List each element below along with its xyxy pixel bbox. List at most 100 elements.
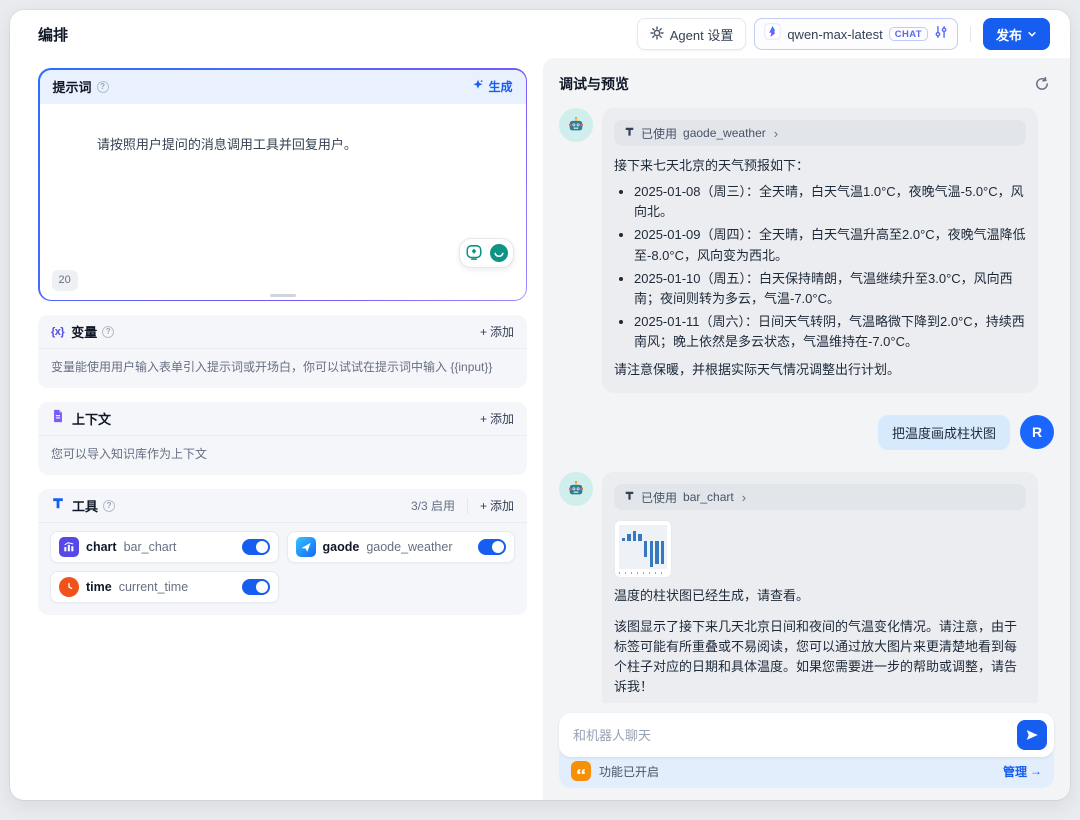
- bot-avatar: [559, 472, 593, 506]
- debug-preview-panel: 调试与预览 已使用: [543, 58, 1070, 800]
- tool-provider: chart: [86, 540, 117, 554]
- plus-icon: +: [480, 412, 487, 426]
- user-message: 把温度画成柱状图 R: [559, 415, 1054, 450]
- chat-input-bar: [559, 713, 1054, 757]
- message-outro: 请注意保暖，并根据实际天气情况调整出行计划。: [614, 360, 1026, 380]
- document-icon: [51, 409, 65, 428]
- feature-banner-text: 功能已开启: [599, 763, 659, 780]
- chat-area: 已使用 gaode_weather › 接下来七天北京的天气预报如下： 2025…: [559, 108, 1054, 703]
- model-provider-icon: [764, 23, 781, 45]
- tool-provider: time: [86, 580, 112, 594]
- message-paragraph: 温度的柱状图已经生成，请查看。: [614, 586, 1026, 606]
- plus-icon: +: [480, 325, 487, 339]
- variables-description: 变量能使用用户输入表单引入提示词或开场白，你可以试试在提示词中输入 {{inpu…: [38, 349, 527, 388]
- chat-footer: 功能已开启 管理 →: [559, 713, 1054, 788]
- prompt-content: 请按照用户提问的消息调用工具并回复用户。: [97, 137, 357, 152]
- generate-button[interactable]: 生成: [472, 78, 512, 95]
- bot-message: 已使用 gaode_weather › 接下来七天北京的天气预报如下： 2025…: [559, 108, 1054, 393]
- sparkle-icon: [472, 79, 484, 94]
- bulb-idea-icon[interactable]: [463, 242, 485, 264]
- add-context-label: 添加: [490, 410, 514, 427]
- user-avatar: R: [1020, 415, 1054, 449]
- tool-used-bar[interactable]: 已使用 bar_chart ›: [614, 484, 1026, 510]
- tool-used-prefix: 已使用: [641, 489, 677, 506]
- tool-name: current_time: [119, 580, 188, 594]
- variables-header: {x} 变量 ? + 添加: [38, 315, 527, 349]
- tools-enabled-count: 3/3 启用: [411, 497, 455, 514]
- context-card: 上下文 + 添加 您可以导入知识库作为上下文: [38, 402, 527, 475]
- manage-link[interactable]: 管理 →: [1003, 763, 1042, 780]
- chat-input[interactable]: [573, 728, 1017, 743]
- context-title: 上下文: [72, 409, 111, 428]
- tool-used-prefix: 已使用: [641, 125, 677, 142]
- tools-divider: [467, 498, 468, 514]
- tool-row-gaode-weather[interactable]: gaode gaode_weather: [287, 531, 516, 563]
- header-divider: [970, 26, 971, 42]
- time-tool-icon: [59, 577, 79, 597]
- forecast-item: 2025-01-11（周六）：日间天气转阴，气温略微下降到2.0°C，持续西南风…: [634, 312, 1026, 352]
- message-intro: 接下来七天北京的天气预报如下：: [614, 156, 1026, 176]
- add-variable-button[interactable]: + 添加: [480, 323, 514, 340]
- add-context-button[interactable]: + 添加: [480, 410, 514, 427]
- orchestrate-column: 提示词 ? 生成 请按照用户提问的消息调用工具并回复用户。 20: [10, 58, 543, 800]
- tool-used-name: gaode_weather: [683, 126, 766, 140]
- forecast-item: 2025-01-08（周三）：全天晴，白天气温1.0°C，夜晚气温-5.0°C，…: [634, 182, 1026, 222]
- tool-used-bar[interactable]: 已使用 gaode_weather ›: [614, 120, 1026, 146]
- chevron-right-icon: ›: [742, 490, 746, 505]
- tool-row-current-time[interactable]: time current_time: [50, 571, 279, 603]
- agent-settings-label: Agent 设置: [670, 25, 734, 44]
- prompt-card-header: 提示词 ? 生成: [40, 70, 526, 104]
- tool-row-bar-chart[interactable]: chart bar_chart: [50, 531, 279, 563]
- prompt-editor[interactable]: 请按照用户提问的消息调用工具并回复用户。 20: [40, 104, 526, 300]
- gaode-tool-icon: [296, 537, 316, 557]
- assistant-widget-pill: [459, 238, 514, 268]
- variables-card: {x} 变量 ? + 添加 变量能使用用户输入表单引入提示词或开场白，你可以试试…: [38, 315, 527, 388]
- tools-header: 工具 ? 3/3 启用 + 添加: [38, 489, 527, 523]
- tool-name: gaode_weather: [366, 540, 452, 554]
- send-button[interactable]: [1017, 720, 1047, 750]
- generate-label: 生成: [488, 78, 512, 95]
- bot-avatar: [559, 108, 593, 142]
- chevron-down-icon: [1027, 27, 1037, 42]
- preview-title: 调试与预览: [559, 74, 629, 94]
- chat-bubble-icon[interactable]: [488, 242, 510, 264]
- gear-icon: [650, 26, 664, 43]
- tool-toggle[interactable]: [478, 539, 506, 555]
- chart-thumbnail-plot: [619, 525, 667, 569]
- info-icon[interactable]: ?: [102, 326, 114, 338]
- info-icon[interactable]: ?: [103, 500, 115, 512]
- tool-icon: [624, 488, 635, 506]
- bot-message: 已使用 bar_chart › 温度的柱状图已经生成，请查看。 该图显示了接下来…: [559, 472, 1054, 703]
- tool-toggle[interactable]: [242, 539, 270, 555]
- publish-button[interactable]: 发布: [983, 18, 1050, 50]
- top-bar: 编排 Agent 设置 qwen-max-latest CHAT 发: [10, 10, 1070, 58]
- tool-used-name: bar_chart: [683, 490, 734, 504]
- char-count-badge: 20: [52, 270, 78, 291]
- info-icon[interactable]: ?: [97, 81, 109, 93]
- tool-toggle[interactable]: [242, 579, 270, 595]
- arrow-right-icon: →: [1030, 764, 1042, 778]
- tool-icon: [624, 124, 635, 142]
- page-title: 编排: [38, 24, 68, 45]
- tools-grid: chart bar_chart gaode gaode_weather: [38, 523, 527, 615]
- context-description: 您可以导入知识库作为上下文: [38, 436, 527, 475]
- message-paragraph: 该图显示了接下来几天北京日间和夜间的气温变化情况。请注意，由于标签可能有所重叠或…: [614, 617, 1026, 698]
- context-header: 上下文 + 添加: [38, 402, 527, 436]
- model-selector[interactable]: qwen-max-latest CHAT: [754, 18, 958, 50]
- add-tool-button[interactable]: + 添加: [480, 497, 514, 514]
- preview-header: 调试与预览: [559, 70, 1054, 98]
- forecast-item: 2025-01-09（周四）：全天晴，白天气温升高至2.0°C，夜晚气温降低至-…: [634, 225, 1026, 265]
- model-name: qwen-max-latest: [787, 27, 882, 42]
- app-window: 编排 Agent 设置 qwen-max-latest CHAT 发: [10, 10, 1070, 800]
- bar-chart-thumbnail[interactable]: [614, 520, 672, 578]
- agent-settings-button[interactable]: Agent 设置: [637, 18, 747, 50]
- plus-icon: +: [480, 499, 487, 513]
- restart-icon[interactable]: [1030, 72, 1054, 96]
- resize-handle[interactable]: [270, 294, 296, 297]
- tools-icon: [51, 496, 65, 515]
- top-bar-controls: Agent 设置 qwen-max-latest CHAT 发布: [637, 18, 1050, 50]
- model-type-badge: CHAT: [889, 27, 928, 41]
- chart-tool-icon: [59, 537, 79, 557]
- add-tool-label: 添加: [490, 497, 514, 514]
- sliders-icon: [934, 25, 948, 44]
